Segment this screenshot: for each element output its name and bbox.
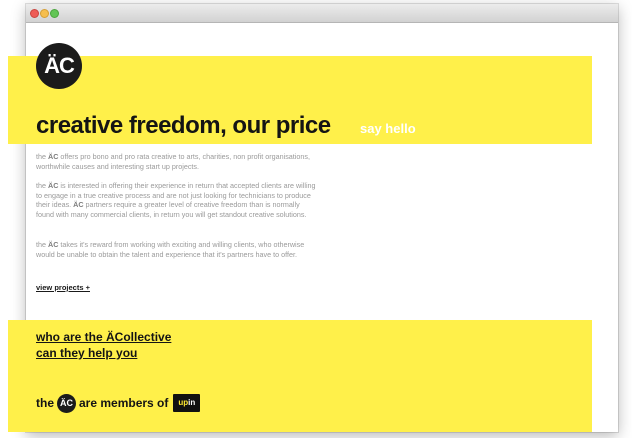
page: ÄC creative freedom, our price say hello… [0,0,632,438]
window-titlebar [26,4,618,23]
intro-paragraph-1: the ÄC offers pro bono and pro rata crea… [36,152,318,171]
intro-paragraph-2: the ÄC is interested in offering their e… [36,181,318,219]
zoom-window-icon[interactable] [50,9,59,18]
brand-name: ÄC [73,200,84,210]
who-are-we-link[interactable]: who are the ÄCollective [36,330,171,344]
upin-logo[interactable]: upin [173,394,201,412]
brand-name: ÄC [48,181,59,190]
minimize-window-icon[interactable] [40,9,49,18]
intro-text: the [36,240,48,249]
members-suffix: are members of [79,396,169,410]
intro-text: the [36,152,48,161]
brand-name: ÄC [48,240,59,249]
view-projects-link[interactable]: view projects + [36,283,90,292]
upin-logo-part-b: in [188,398,196,407]
ac-logo[interactable]: ÄC [36,43,82,89]
hero-headline: creative freedom, our price [36,112,331,139]
intro-text: the [36,181,48,190]
close-window-icon[interactable] [30,9,39,18]
members-prefix: the [36,396,54,410]
members-statement: the ÄC are members of upin [36,393,201,413]
ac-mini-logo: ÄC [57,393,76,413]
say-hello-link[interactable]: say hello [360,121,416,136]
brand-name: ÄC [48,152,59,161]
intro-text: takes it's reward from working with exci… [36,240,305,259]
upin-logo-part-a: up [178,398,189,407]
intro-paragraph-3: the ÄC takes it's reward from working wi… [36,240,318,259]
can-they-help-link[interactable]: can they help you [36,346,137,360]
intro-text: offers pro bono and pro rata creative to… [36,152,310,171]
